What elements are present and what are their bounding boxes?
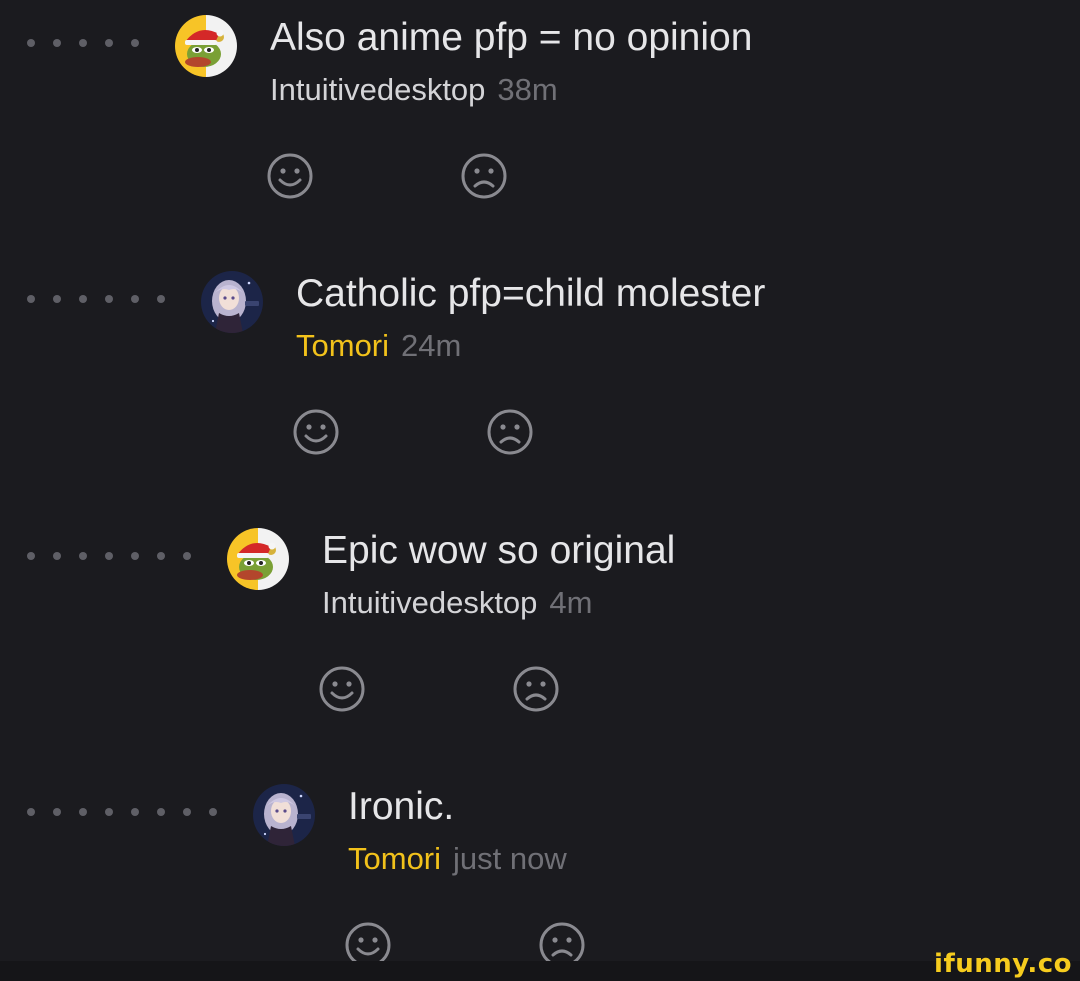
comment-meta: Tomori 24m (296, 326, 765, 366)
smile-react-button[interactable] (266, 152, 314, 200)
thread-dot (157, 552, 165, 560)
thread-depth-indicator (27, 552, 191, 560)
smile-icon (293, 409, 339, 455)
comment-text: Epic wow so original (322, 529, 676, 572)
smile-react-button[interactable] (318, 665, 366, 713)
comment-body: Also anime pfp = no opinion Intuitivedes… (270, 12, 752, 110)
comment: Ironic. Tomori just now (0, 769, 1080, 969)
thread-dot (79, 552, 87, 560)
comment-author[interactable]: Tomori (296, 328, 389, 363)
anime-girl-avatar (201, 271, 263, 333)
comment: Epic wow so original Intuitivedesktop 4m (0, 513, 1080, 713)
thread-dot (27, 552, 35, 560)
thread-dot (105, 552, 113, 560)
avatar[interactable] (253, 784, 315, 846)
anime-girl-avatar (253, 784, 315, 846)
thread-depth-indicator (27, 39, 139, 47)
comment-meta: Tomori just now (348, 839, 567, 879)
thread-dot (27, 808, 35, 816)
thread-dot (105, 808, 113, 816)
thread-dot (53, 552, 61, 560)
frown-icon (461, 153, 507, 199)
reaction-bar (292, 408, 572, 456)
thread-dot (157, 295, 165, 303)
thread-dot (131, 808, 139, 816)
comment-body: Catholic pfp=child molester Tomori 24m (296, 268, 765, 366)
thread-dot (79, 39, 87, 47)
comment-time: 4m (549, 585, 593, 620)
comment-body: Ironic. Tomori just now (348, 781, 567, 879)
ifunny-watermark: ifunny.co (934, 949, 1072, 979)
comment-text: Also anime pfp = no opinion (270, 16, 753, 59)
avatar[interactable] (227, 528, 289, 590)
comment-time: 24m (401, 328, 462, 363)
thread-dot (209, 808, 217, 816)
avatar[interactable] (201, 271, 263, 333)
thread-dot (79, 295, 87, 303)
thread-depth-indicator (27, 295, 165, 303)
comment: Catholic pfp=child molester Tomori 24m (0, 256, 1080, 456)
comment: Also anime pfp = no opinion Intuitivedes… (0, 0, 1080, 200)
thread-dot (183, 808, 191, 816)
comment-author[interactable]: Tomori (348, 841, 441, 876)
pepe-santa-hat-avatar (175, 15, 237, 77)
comment-time: 38m (497, 72, 558, 107)
thread-dot (53, 39, 61, 47)
frown-react-button[interactable] (460, 152, 508, 200)
thread-dot (53, 808, 61, 816)
thread-dot (105, 39, 113, 47)
frown-react-button[interactable] (486, 408, 534, 456)
avatar[interactable] (175, 15, 237, 77)
smile-react-button[interactable] (292, 408, 340, 456)
smile-icon (319, 666, 365, 712)
comment-text: Catholic pfp=child molester (296, 272, 766, 315)
thread-dot (183, 552, 191, 560)
frown-icon (487, 409, 533, 455)
comment-meta: Intuitivedesktop 4m (322, 583, 675, 623)
reaction-bar (266, 152, 546, 200)
thread-dot (27, 39, 35, 47)
thread-dot (131, 39, 139, 47)
thread-dot (53, 295, 61, 303)
comment-author[interactable]: Intuitivedesktop (270, 72, 485, 107)
comment-body: Epic wow so original Intuitivedesktop 4m (322, 525, 675, 623)
thread-dot (105, 295, 113, 303)
thread-dot (79, 808, 87, 816)
thread-dot (131, 295, 139, 303)
comment-time: just now (453, 841, 567, 876)
smile-icon (267, 153, 313, 199)
comment-meta: Intuitivedesktop 38m (270, 70, 752, 110)
comment-text: Ironic. (348, 785, 455, 828)
thread-depth-indicator (27, 808, 217, 816)
reaction-bar (318, 665, 598, 713)
frown-icon (513, 666, 559, 712)
thread-dot (27, 295, 35, 303)
frown-react-button[interactable] (512, 665, 560, 713)
comment-thread: Also anime pfp = no opinion Intuitivedes… (0, 0, 1080, 981)
comment-author[interactable]: Intuitivedesktop (322, 585, 537, 620)
bottom-bar (0, 961, 1080, 981)
thread-dot (157, 808, 165, 816)
pepe-santa-hat-avatar (227, 528, 289, 590)
thread-dot (131, 552, 139, 560)
